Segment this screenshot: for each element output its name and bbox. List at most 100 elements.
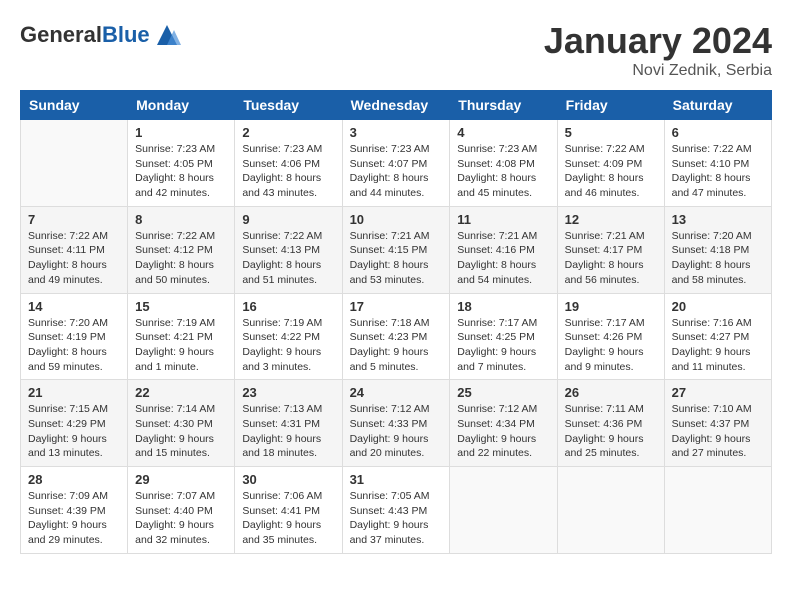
day-number: 8 <box>135 212 227 227</box>
table-row: 3 Sunrise: 7:23 AM Sunset: 4:07 PM Dayli… <box>342 120 450 207</box>
logo: GeneralBlue <box>20 20 182 50</box>
day-info: Sunrise: 7:14 AM Sunset: 4:30 PM Dayligh… <box>135 402 227 461</box>
day-number: 5 <box>565 125 657 140</box>
day-number: 9 <box>242 212 334 227</box>
logo-icon <box>152 20 182 50</box>
sunset-time: Sunset: 4:18 PM <box>672 244 750 256</box>
day-number: 18 <box>457 299 549 314</box>
day-number: 11 <box>457 212 549 227</box>
day-number: 7 <box>28 212 120 227</box>
day-info: Sunrise: 7:05 AM Sunset: 4:43 PM Dayligh… <box>350 489 443 548</box>
sunrise-time: Sunrise: 7:22 AM <box>672 143 752 155</box>
day-info: Sunrise: 7:19 AM Sunset: 4:21 PM Dayligh… <box>135 316 227 375</box>
sunrise-time: Sunrise: 7:18 AM <box>350 317 430 329</box>
sunset-time: Sunset: 4:37 PM <box>672 418 750 430</box>
day-info: Sunrise: 7:23 AM Sunset: 4:05 PM Dayligh… <box>135 142 227 201</box>
table-row: 24 Sunrise: 7:12 AM Sunset: 4:33 PM Dayl… <box>342 380 450 467</box>
day-info: Sunrise: 7:21 AM Sunset: 4:16 PM Dayligh… <box>457 229 549 288</box>
sunrise-time: Sunrise: 7:14 AM <box>135 403 215 415</box>
table-row: 30 Sunrise: 7:06 AM Sunset: 4:41 PM Dayl… <box>235 467 342 554</box>
day-number: 14 <box>28 299 120 314</box>
sunrise-time: Sunrise: 7:22 AM <box>242 230 322 242</box>
day-info: Sunrise: 7:22 AM Sunset: 4:13 PM Dayligh… <box>242 229 334 288</box>
sunset-time: Sunset: 4:23 PM <box>350 331 428 343</box>
day-number: 31 <box>350 472 443 487</box>
table-row: 10 Sunrise: 7:21 AM Sunset: 4:15 PM Dayl… <box>342 206 450 293</box>
day-number: 30 <box>242 472 334 487</box>
sunset-time: Sunset: 4:31 PM <box>242 418 320 430</box>
title-area: January 2024 Novi Zednik, Serbia <box>544 20 772 80</box>
table-row: 9 Sunrise: 7:22 AM Sunset: 4:13 PM Dayli… <box>235 206 342 293</box>
day-number: 24 <box>350 385 443 400</box>
daylight-hours: Daylight: 9 hours and 22 minutes. <box>457 433 536 460</box>
sunrise-time: Sunrise: 7:20 AM <box>672 230 752 242</box>
table-row: 14 Sunrise: 7:20 AM Sunset: 4:19 PM Dayl… <box>21 293 128 380</box>
sunset-time: Sunset: 4:39 PM <box>28 505 106 517</box>
day-number: 13 <box>672 212 764 227</box>
col-saturday: Saturday <box>664 91 771 120</box>
calendar-week-5: 28 Sunrise: 7:09 AM Sunset: 4:39 PM Dayl… <box>21 467 772 554</box>
day-info: Sunrise: 7:18 AM Sunset: 4:23 PM Dayligh… <box>350 316 443 375</box>
day-info: Sunrise: 7:13 AM Sunset: 4:31 PM Dayligh… <box>242 402 334 461</box>
daylight-hours: Daylight: 9 hours and 20 minutes. <box>350 433 429 460</box>
sunset-time: Sunset: 4:36 PM <box>565 418 643 430</box>
sunrise-time: Sunrise: 7:07 AM <box>135 490 215 502</box>
day-number: 15 <box>135 299 227 314</box>
daylight-hours: Daylight: 8 hours and 58 minutes. <box>672 259 751 286</box>
daylight-hours: Daylight: 8 hours and 42 minutes. <box>135 172 214 199</box>
day-number: 26 <box>565 385 657 400</box>
table-row: 5 Sunrise: 7:22 AM Sunset: 4:09 PM Dayli… <box>557 120 664 207</box>
table-row: 16 Sunrise: 7:19 AM Sunset: 4:22 PM Dayl… <box>235 293 342 380</box>
daylight-hours: Daylight: 9 hours and 1 minute. <box>135 346 214 373</box>
table-row: 6 Sunrise: 7:22 AM Sunset: 4:10 PM Dayli… <box>664 120 771 207</box>
day-number: 1 <box>135 125 227 140</box>
calendar-header-row: Sunday Monday Tuesday Wednesday Thursday… <box>21 91 772 120</box>
daylight-hours: Daylight: 9 hours and 11 minutes. <box>672 346 751 373</box>
sunrise-time: Sunrise: 7:10 AM <box>672 403 752 415</box>
day-info: Sunrise: 7:16 AM Sunset: 4:27 PM Dayligh… <box>672 316 764 375</box>
table-row <box>664 467 771 554</box>
daylight-hours: Daylight: 8 hours and 50 minutes. <box>135 259 214 286</box>
day-info: Sunrise: 7:10 AM Sunset: 4:37 PM Dayligh… <box>672 402 764 461</box>
day-number: 12 <box>565 212 657 227</box>
col-monday: Monday <box>128 91 235 120</box>
sunset-time: Sunset: 4:15 PM <box>350 244 428 256</box>
daylight-hours: Daylight: 8 hours and 45 minutes. <box>457 172 536 199</box>
table-row: 20 Sunrise: 7:16 AM Sunset: 4:27 PM Dayl… <box>664 293 771 380</box>
sunrise-time: Sunrise: 7:09 AM <box>28 490 108 502</box>
sunset-time: Sunset: 4:07 PM <box>350 158 428 170</box>
col-friday: Friday <box>557 91 664 120</box>
daylight-hours: Daylight: 8 hours and 59 minutes. <box>28 346 107 373</box>
table-row: 22 Sunrise: 7:14 AM Sunset: 4:30 PM Dayl… <box>128 380 235 467</box>
sunrise-time: Sunrise: 7:23 AM <box>135 143 215 155</box>
day-number: 19 <box>565 299 657 314</box>
sunrise-time: Sunrise: 7:21 AM <box>350 230 430 242</box>
daylight-hours: Daylight: 9 hours and 27 minutes. <box>672 433 751 460</box>
day-info: Sunrise: 7:12 AM Sunset: 4:34 PM Dayligh… <box>457 402 549 461</box>
table-row: 23 Sunrise: 7:13 AM Sunset: 4:31 PM Dayl… <box>235 380 342 467</box>
table-row: 26 Sunrise: 7:11 AM Sunset: 4:36 PM Dayl… <box>557 380 664 467</box>
sunrise-time: Sunrise: 7:12 AM <box>457 403 537 415</box>
day-number: 25 <box>457 385 549 400</box>
daylight-hours: Daylight: 9 hours and 35 minutes. <box>242 519 321 546</box>
sunset-time: Sunset: 4:40 PM <box>135 505 213 517</box>
sunset-time: Sunset: 4:43 PM <box>350 505 428 517</box>
day-info: Sunrise: 7:20 AM Sunset: 4:18 PM Dayligh… <box>672 229 764 288</box>
sunset-time: Sunset: 4:19 PM <box>28 331 106 343</box>
day-info: Sunrise: 7:23 AM Sunset: 4:08 PM Dayligh… <box>457 142 549 201</box>
table-row <box>450 467 557 554</box>
table-row <box>21 120 128 207</box>
day-number: 28 <box>28 472 120 487</box>
table-row: 2 Sunrise: 7:23 AM Sunset: 4:06 PM Dayli… <box>235 120 342 207</box>
day-number: 23 <box>242 385 334 400</box>
sunset-time: Sunset: 4:06 PM <box>242 158 320 170</box>
table-row: 12 Sunrise: 7:21 AM Sunset: 4:17 PM Dayl… <box>557 206 664 293</box>
table-row: 29 Sunrise: 7:07 AM Sunset: 4:40 PM Dayl… <box>128 467 235 554</box>
daylight-hours: Daylight: 9 hours and 7 minutes. <box>457 346 536 373</box>
day-number: 20 <box>672 299 764 314</box>
daylight-hours: Daylight: 9 hours and 25 minutes. <box>565 433 644 460</box>
sunrise-time: Sunrise: 7:22 AM <box>565 143 645 155</box>
day-number: 17 <box>350 299 443 314</box>
table-row: 25 Sunrise: 7:12 AM Sunset: 4:34 PM Dayl… <box>450 380 557 467</box>
sunrise-time: Sunrise: 7:21 AM <box>565 230 645 242</box>
